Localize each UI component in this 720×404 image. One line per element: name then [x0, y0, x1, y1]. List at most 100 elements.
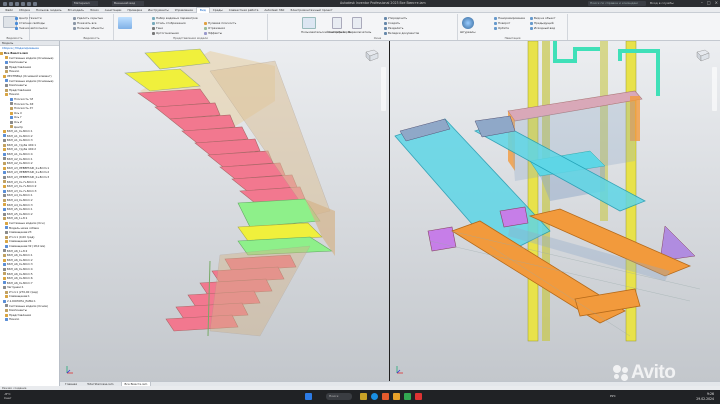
- title-bar: Материал Внешний вид Autodesk Inventor P…: [0, 0, 720, 7]
- ground-plane-button[interactable]: Нулевая плоскость: [204, 21, 236, 25]
- viewcube[interactable]: [694, 48, 710, 62]
- tree-item-icon: [5, 230, 8, 234]
- navigation-bar[interactable]: [712, 67, 717, 111]
- ribbon-item-label: Значки автоссылок: [19, 26, 48, 30]
- appearance-selector[interactable]: Внешний вид: [112, 1, 144, 6]
- ribbon-tab[interactable]: Электромонтажный проект: [287, 8, 335, 12]
- sign-in-link[interactable]: Вход в службы: [650, 1, 674, 5]
- ribbon-tab[interactable]: Вид: [195, 6, 210, 13]
- split-button[interactable]: Разделить: [384, 26, 403, 30]
- ribbon-tab[interactable]: 3D-модель: [65, 8, 87, 12]
- switch-window-button[interactable]: Переключатель: [348, 30, 371, 34]
- steering-wheels-icon[interactable]: [462, 17, 474, 29]
- ribbon-tab[interactable]: Эскиз: [87, 8, 102, 12]
- save-icon[interactable]: [15, 1, 19, 6]
- center-of-gravity-toggle[interactable]: Центр тяжести: [15, 16, 42, 20]
- ribbon-item-label: Переключатель: [348, 30, 372, 34]
- weather-widget[interactable]: -8°C Снег: [4, 392, 11, 400]
- redo-icon[interactable]: [27, 1, 31, 6]
- ribbon-item-label: Орбита: [498, 26, 509, 30]
- home-view-button[interactable]: Исходный вид: [530, 26, 555, 30]
- ribbon-item-label: Панорамирование: [498, 16, 525, 20]
- ribbon-tab[interactable]: Управление: [172, 8, 196, 12]
- tree-item-icon: [3, 258, 6, 262]
- app-icon[interactable]: [404, 393, 411, 400]
- ribbon-tab[interactable]: Совместная работа: [226, 8, 262, 12]
- open-icon[interactable]: [9, 1, 13, 6]
- ribbon-tab[interactable]: Среды: [210, 8, 226, 12]
- material-selector[interactable]: Материал: [72, 1, 98, 6]
- close-icon[interactable]: ×: [715, 0, 718, 5]
- start-icon[interactable]: [305, 393, 312, 400]
- ribbon-item-label: Предыдущий: [534, 21, 554, 25]
- shadows-button[interactable]: Тени: [152, 26, 163, 30]
- viewcube[interactable]: [363, 48, 379, 62]
- inventor-icon[interactable]: [393, 393, 400, 400]
- ribbon-tab[interactable]: Аннотации: [102, 8, 125, 12]
- tree-item-icon: [3, 148, 6, 152]
- tree-item-icon: [10, 120, 13, 124]
- tree-item-icon: [3, 74, 6, 78]
- new-icon[interactable]: [3, 1, 7, 6]
- navigation-bar[interactable]: [381, 67, 386, 111]
- minimize-icon[interactable]: –: [701, 0, 703, 5]
- reflections-button[interactable]: Отражения: [204, 26, 225, 30]
- tree-item[interactable]: Начало: [0, 317, 59, 322]
- effects-button[interactable]: Эффекты: [204, 31, 222, 35]
- ribbon-item-label: Набор видимых параметров: [156, 16, 198, 20]
- help-search-input[interactable]: Поиск по справке и командам: [588, 1, 646, 6]
- show-all-button[interactable]: Показать все: [73, 21, 97, 25]
- tree-item-icon: [3, 162, 6, 166]
- switch-window-icon[interactable]: [352, 17, 362, 29]
- viewport-right[interactable]: [390, 41, 720, 381]
- user-interface-icon[interactable]: [302, 17, 316, 29]
- language-indicator[interactable]: РУС: [610, 394, 616, 398]
- view-params-button[interactable]: Набор видимых параметров: [152, 16, 198, 20]
- viewport-left[interactable]: [60, 41, 389, 381]
- explorer-icon[interactable]: [360, 393, 367, 400]
- ribbon-tab[interactable]: Сборка: [16, 8, 33, 12]
- quick-access-toolbar[interactable]: [0, 1, 37, 6]
- tree-item-icon: [5, 221, 8, 225]
- office-icon[interactable]: [382, 393, 389, 400]
- ribbon-tab[interactable]: Инструменты: [145, 8, 172, 12]
- steering-wheels-button[interactable]: Штурвалы: [460, 30, 475, 34]
- ribbon-tab[interactable]: Пользов. модель: [33, 8, 65, 12]
- autolink-icons-toggle[interactable]: Значки автоссылок: [15, 26, 48, 30]
- remove-hidden-button[interactable]: Удалить скрытые: [73, 16, 103, 20]
- ribbon-item-label: Вид на объект: [534, 16, 556, 20]
- tree-item-icon: [3, 272, 6, 276]
- orthographic-button[interactable]: Ортогональная: [152, 31, 179, 35]
- doc-tabs-button[interactable]: Вкладки документов: [384, 31, 419, 35]
- clean-screen-icon[interactable]: [332, 17, 342, 29]
- tree-item-icon: [10, 106, 13, 110]
- clock[interactable]: 9:26 29.02.2024: [696, 392, 714, 401]
- tree-item-icon: [5, 56, 8, 60]
- taskbar-search[interactable]: Поиск: [326, 393, 352, 400]
- ribbon-tab[interactable]: Файл: [2, 8, 16, 12]
- dof-toggle[interactable]: Степени свободы: [15, 21, 45, 25]
- ribbon-tab[interactable]: Проверка: [124, 8, 145, 12]
- previous-view-button[interactable]: Предыдущий: [530, 21, 554, 25]
- app-icon[interactable]: [415, 393, 422, 400]
- pan-button[interactable]: Панорамирование: [494, 16, 525, 20]
- display-style-icon[interactable]: [118, 17, 132, 29]
- zoom-button[interactable]: Поворот: [494, 21, 510, 25]
- staircase-model: [124, 48, 335, 337]
- user-objects-button[interactable]: Пользов. объекты: [73, 26, 104, 30]
- tree-item-icon: [5, 290, 8, 294]
- display-style-button[interactable]: Стиль отображения: [152, 21, 186, 25]
- tree-item-icon: [5, 244, 8, 248]
- maximize-icon[interactable]: □: [707, 0, 711, 5]
- ribbon-tab[interactable]: Autodesk 360: [261, 8, 287, 12]
- orbit-button[interactable]: Орбита: [494, 26, 509, 30]
- undo-icon[interactable]: [21, 1, 25, 6]
- look-at-button[interactable]: Вид на объект: [530, 16, 555, 20]
- arrange-button[interactable]: Упорядочить: [384, 16, 407, 20]
- new-window-button[interactable]: Создать: [384, 21, 400, 25]
- tree-item-icon: [3, 180, 6, 184]
- home-icon[interactable]: [33, 1, 37, 6]
- ribbon-group-model-views: Набор видимых параметров Стиль отображен…: [114, 14, 268, 40]
- edge-icon[interactable]: [371, 393, 378, 400]
- tree-item-label: Начало: [9, 317, 20, 322]
